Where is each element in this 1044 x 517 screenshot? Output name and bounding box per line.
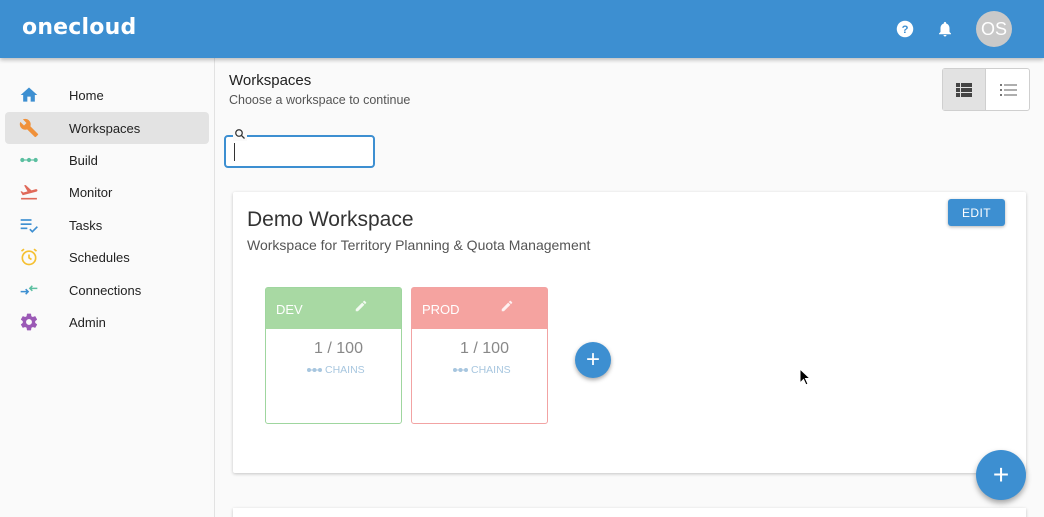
sidebar: Home Workspaces Build Monitor Tasks Sche…: [0, 58, 215, 517]
connections-icon: [20, 285, 38, 295]
sidebar-item-connections[interactable]: Connections: [5, 274, 209, 306]
sidebar-item-label: Admin: [69, 315, 106, 330]
page-title: Workspaces: [229, 72, 312, 89]
help-circle-icon[interactable]: ?: [896, 20, 914, 38]
sidebar-item-build[interactable]: Build: [5, 144, 209, 176]
environment-card-prod[interactable]: PROD 1 / 100 CHAINS: [411, 287, 548, 424]
search-icon: [233, 127, 247, 141]
sidebar-item-workspaces[interactable]: Workspaces: [5, 112, 209, 144]
environment-header: DEV: [266, 288, 401, 329]
chain-icon: [20, 157, 38, 163]
chain-icon: [453, 368, 468, 372]
app-logo[interactable]: onecloud: [22, 15, 136, 40]
sidebar-item-label: Workspaces: [69, 121, 141, 136]
environment-name: DEV: [276, 302, 303, 317]
page-subtitle: Choose a workspace to continue: [229, 93, 411, 107]
mouse-cursor-icon: [799, 368, 811, 386]
pencil-icon[interactable]: [500, 299, 514, 313]
sidebar-item-admin[interactable]: Admin: [5, 306, 209, 338]
sidebar-item-schedules[interactable]: Schedules: [5, 241, 209, 273]
list-view-button[interactable]: [987, 69, 1030, 110]
chains-text: CHAINS: [325, 364, 365, 376]
sidebar-item-monitor[interactable]: Monitor: [5, 176, 209, 208]
edit-workspace-button[interactable]: EDIT: [948, 199, 1005, 226]
sidebar-item-label: Home: [69, 88, 104, 103]
sidebar-item-label: Monitor: [69, 185, 113, 200]
sidebar-item-home[interactable]: Home: [5, 79, 209, 111]
clock-icon: [20, 248, 38, 266]
workspace-title: Demo Workspace: [247, 208, 414, 231]
home-icon: [20, 87, 38, 102]
search-input[interactable]: [234, 143, 364, 161]
wrench-icon: [19, 118, 39, 138]
add-environment-button[interactable]: +: [575, 342, 611, 378]
workspace-card: [233, 508, 1026, 517]
environment-chain-count: 1 / 100: [460, 340, 509, 357]
sidebar-item-label: Schedules: [69, 250, 130, 265]
environment-chain-count: 1 / 100: [314, 340, 363, 357]
chains-text: CHAINS: [471, 364, 511, 376]
gear-icon: [20, 313, 38, 331]
plane-icon: [20, 184, 38, 200]
view-list-icon: [1000, 83, 1017, 96]
environment-chains-label: CHAINS: [306, 364, 365, 376]
pencil-icon[interactable]: [354, 299, 368, 313]
environment-chains-label: CHAINS: [452, 364, 511, 376]
sidebar-item-label: Build: [69, 153, 98, 168]
environment-name: PROD: [422, 302, 460, 317]
view-module-icon: [956, 82, 972, 97]
view-toggle: [942, 68, 1030, 111]
svg-text:?: ?: [902, 24, 909, 36]
add-workspace-button[interactable]: +: [976, 450, 1026, 500]
environment-header: PROD: [412, 288, 547, 329]
sidebar-item-label: Connections: [69, 283, 142, 298]
sidebar-item-label: Tasks: [69, 218, 103, 233]
workspace-description: Workspace for Territory Planning & Quota…: [247, 237, 591, 253]
top-app-bar: onecloud ? OS: [0, 0, 1044, 58]
grid-view-button[interactable]: [943, 69, 986, 110]
chain-icon: [307, 368, 322, 372]
workspace-card: Demo Workspace Workspace for Territory P…: [233, 192, 1026, 473]
sidebar-item-tasks[interactable]: Tasks: [5, 209, 209, 241]
environment-card-dev[interactable]: DEV 1 / 100 CHAINS: [265, 287, 402, 424]
tasks-icon: [20, 219, 38, 233]
bell-icon[interactable]: [936, 20, 954, 38]
user-avatar[interactable]: OS: [976, 11, 1012, 47]
